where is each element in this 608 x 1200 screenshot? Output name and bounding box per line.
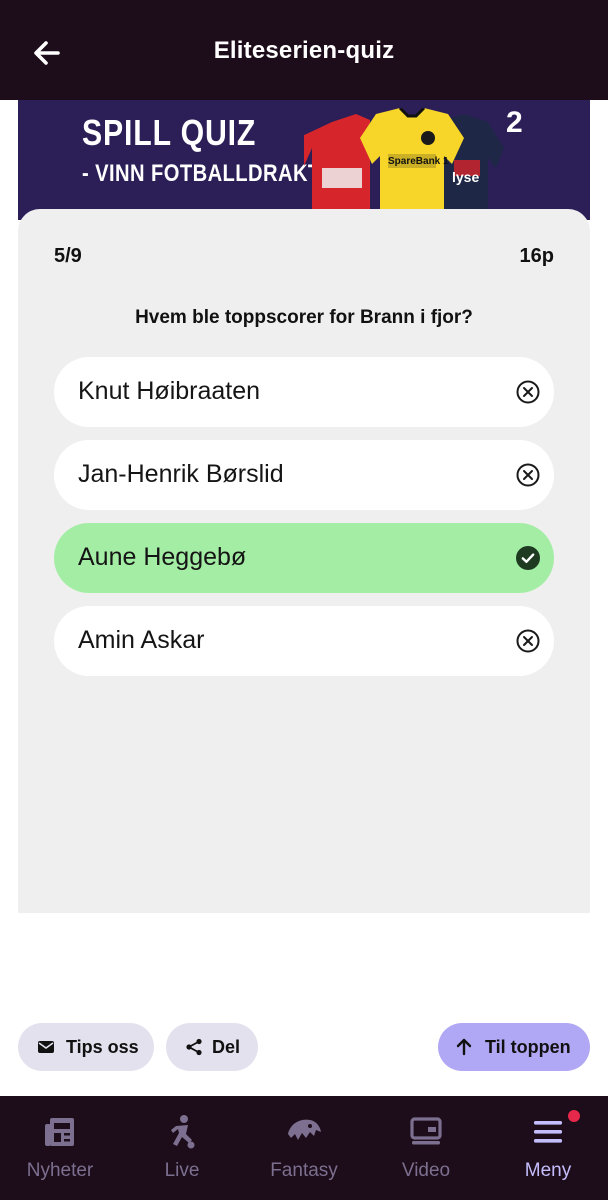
nav-label: Live — [164, 1160, 200, 1181]
promo-banner[interactable]: SPILL QUIZ - VINN FOTBALLDRAKT! SpareBan… — [18, 100, 590, 220]
banner-subheadline: - VINN FOTBALLDRAKT! — [82, 160, 328, 187]
tips-label: Tips oss — [66, 1037, 139, 1057]
to-top-button[interactable]: Til toppen — [438, 1023, 590, 1071]
question-progress: 5/9 — [54, 245, 82, 267]
answer-label: Jan-Henrik Børslid — [78, 460, 284, 488]
banner-headline: SPILL QUIZ — [82, 112, 257, 153]
share-label: Del — [212, 1037, 241, 1057]
nav-label: Fantasy — [270, 1160, 338, 1181]
svg-text:lyse: lyse — [452, 169, 479, 185]
video-screen-icon — [410, 1117, 442, 1145]
score-points: 16p — [519, 245, 554, 267]
menu-icon — [534, 1121, 562, 1143]
check-circle-icon — [516, 546, 540, 570]
question-text: Hvem ble toppscorer for Brann i fjor? — [135, 307, 473, 328]
tips-button[interactable]: Tips oss — [18, 1023, 154, 1071]
answer-option[interactable]: Knut Høibraaten — [54, 357, 554, 427]
notification-dot — [568, 1110, 580, 1122]
answer-option[interactable]: Amin Askar — [54, 606, 554, 676]
x-circle-icon — [516, 629, 540, 653]
quiz-card: 5/9 16p Hvem ble toppscorer for Brann i … — [18, 209, 590, 913]
nav-item-live[interactable]: Live — [122, 1096, 242, 1200]
page-title: Eliteserien-quiz — [213, 37, 395, 64]
mail-icon — [38, 1041, 54, 1053]
svg-text:SpareBank 1: SpareBank 1 — [388, 156, 449, 167]
answer-label: Amin Askar — [78, 626, 205, 654]
nav-label: Video — [401, 1160, 451, 1181]
panther-icon — [288, 1119, 321, 1140]
share-icon — [186, 1038, 202, 1056]
answer-option[interactable]: Jan-Henrik Børslid — [54, 440, 554, 510]
nav-item-video[interactable]: Video — [366, 1096, 486, 1200]
nav-item-nyheter[interactable]: Nyheter — [0, 1096, 120, 1200]
nav-label: Nyheter — [26, 1160, 94, 1181]
answer-label: Knut Høibraaten — [78, 377, 261, 405]
nav-label: Meny — [524, 1160, 572, 1181]
to-top-label: Til toppen — [485, 1037, 571, 1057]
arrow-up-icon — [456, 1038, 472, 1056]
x-circle-icon — [516, 380, 540, 404]
nav-item-meny[interactable]: Meny — [488, 1096, 608, 1200]
x-circle-icon — [516, 463, 540, 487]
football-player-icon — [171, 1115, 195, 1149]
share-button[interactable]: Del — [166, 1023, 258, 1071]
newspaper-icon — [45, 1118, 74, 1146]
tv2-logo: 2 — [506, 106, 523, 139]
answer-label: Aune Heggebø — [78, 543, 247, 571]
top-app-bar: Eliteserien-quiz — [0, 0, 608, 100]
bottom-navigation: Nyheter Live Fantasy Video Meny — [0, 1096, 608, 1200]
football-jerseys-image: SpareBank 1 lyse — [304, 108, 504, 220]
answer-option-correct[interactable]: Aune Heggebø — [54, 523, 554, 593]
nav-item-fantasy[interactable]: Fantasy — [244, 1096, 364, 1200]
